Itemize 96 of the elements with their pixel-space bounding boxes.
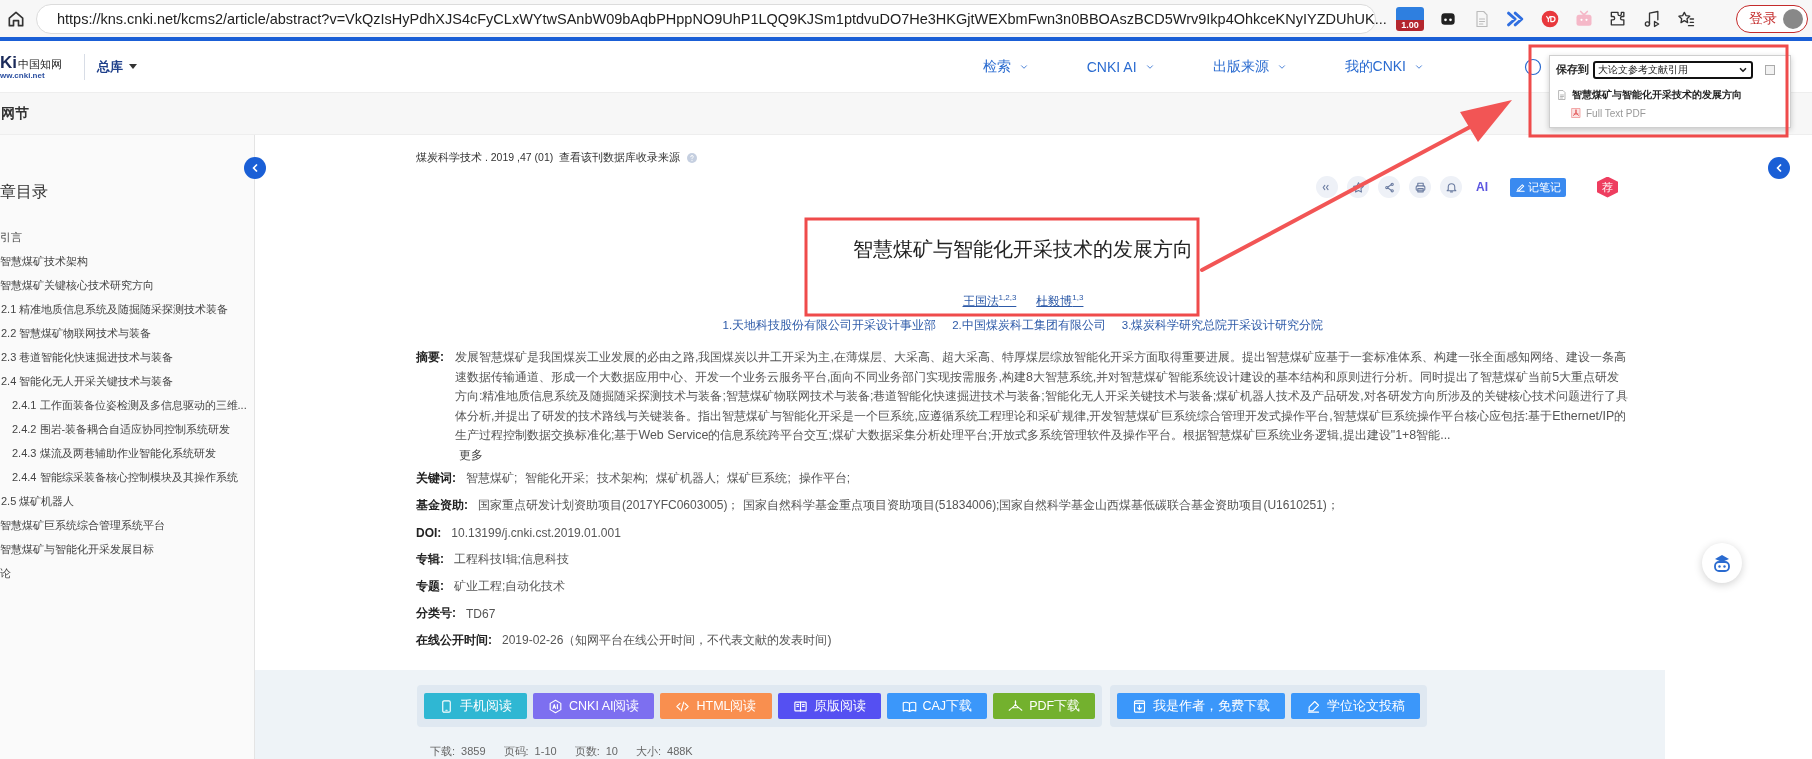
- field-value: 工程科技Ⅰ辑;信息科技: [454, 551, 569, 568]
- bell-button[interactable]: [1440, 176, 1462, 198]
- stat-value: 1-10: [534, 745, 557, 758]
- article-title: 智慧煤矿与智能化开采技术的发展方向: [852, 237, 1194, 262]
- toc-item[interactable]: 2.1 精准地质信息系统及随掘随采探测技术装备: [0, 297, 254, 321]
- keyword-link[interactable]: 智能化开采;: [525, 470, 589, 487]
- stat-label: 页码:: [503, 745, 529, 758]
- original-icon: [792, 698, 808, 714]
- toc-item[interactable]: 2.4.1 工作面装备位姿检测及多信息驱动的三维...: [0, 393, 254, 417]
- abstract-text: 发展智慧煤矿是我国煤炭工业发展的必由之路,我国煤炭以井工开采为主,在薄煤层、大采高、超大采高、特厚煤层综放智能化开采方面取得重要进展。提出智慧煤矿应基于一套标准体系、构建一张全面感知网络、建设一条高速数据传输通道、形成一个大数据应用中心、开发一个业务云服务平台,面向不同业务部门实现按需服务,构建8大智慧系统,并对智慧煤矿智能系统设计建设的基本结构和原则进行分析。同时提出了智慧煤矿当前5大重点研发方向:精准地质信息系统及随掘随采探测技术与装备;智慧煤矿物联网技术与装备;巷道智能化快速掘进技术与装备;智能化无人开采关键技术与装备;煤矿机器人技术及产品研发,对各研发方向所涉及的关键核心技术问题进行了具体分析,并提出了研发的技术路线与关键装备。指出智慧煤矿与智能化开采是一个巨系统,应遵循系统工程理论和采矿规律,开发智慧煤矿巨系统综合管理开发式操作平台,智慧煤矿巨系统操作平台核心应包括:基于Ethernet/IP的生产过程控制数据交换标准化;基于Web Service的信息系统跨平台交互;煤矿大数据采集分析处理平台;开放式多系统管理软件及操作平台。根据智慧煤矿巨系统业务逻辑,提出建设"1+8智能...: [455, 349, 1628, 444]
- toc-item[interactable]: 智慧煤矿巨系统综合管理系统平台: [0, 513, 254, 537]
- circle-logo-icon[interactable]: [1540, 8, 1560, 29]
- save-to-label: 保存到: [1556, 63, 1589, 77]
- pdf-icon: [1008, 698, 1024, 714]
- keyword-link[interactable]: 操作平台;: [798, 470, 851, 487]
- stat-value: 10: [605, 745, 618, 758]
- journal-source: 煤炭科学技术 . 2019 ,47 (01): [416, 151, 554, 165]
- stat-label: 下载:: [430, 745, 456, 758]
- ai-button[interactable]: AI: [1471, 180, 1493, 194]
- star-icon: [1351, 180, 1365, 194]
- quote-button[interactable]: [1316, 176, 1338, 198]
- author-link[interactable]: 王国法$^{1,2,3}$: [962, 289, 1017, 310]
- toc-item[interactable]: 2.5 煤矿机器人: [0, 489, 254, 513]
- keyword-link[interactable]: 煤矿巨系统;: [727, 470, 791, 487]
- field-label: 基金资助:: [416, 497, 468, 514]
- affiliation-link[interactable]: 1.天地科技股份有限公司开采设计事业部: [722, 316, 937, 334]
- toc-item[interactable]: 2.2 智慧煤矿物联网技术与装备: [0, 321, 254, 345]
- folder-select[interactable]: 大论文参考文献引用: [1593, 61, 1753, 79]
- field-label: 分类号:: [416, 605, 456, 622]
- toc-item[interactable]: 智慧煤矿技术架构: [0, 249, 254, 273]
- submit-icon: [1306, 698, 1322, 714]
- avatar-icon: [1783, 8, 1803, 29]
- stat-value: 3859: [461, 745, 486, 758]
- field-label: DOI:: [416, 525, 442, 540]
- item-title[interactable]: 智慧煤矿与智能化开采技术的发展方向: [1572, 88, 1742, 102]
- more-link[interactable]: 更多: [459, 445, 1628, 465]
- field-value: 10.13199/j.cnki.cst.2019.01.001: [451, 525, 621, 540]
- affiliation-link[interactable]: 2.中国煤炭科工集团有限公司: [952, 316, 1106, 334]
- author-link[interactable]: 杜毅博$^{1,3}$: [1036, 289, 1084, 310]
- collapse-button[interactable]: [244, 157, 266, 179]
- toc-item[interactable]: 论: [0, 561, 254, 585]
- print-button[interactable]: [1409, 176, 1431, 198]
- field-value: 国家重点研发计划资助项目(2017YFC0603005)； 国家自然科学基金重点项目资助项目(51834006);国家自然科学基金山西煤基低碳联合基金资助项目(U1610251)；: [478, 497, 1339, 514]
- extension-badge[interactable]: 1.00: [1396, 6, 1424, 31]
- site-logo: Ki中国知网 ww.cnki.net: [0, 53, 63, 80]
- field-label: 关键词:: [416, 470, 456, 487]
- toc-item[interactable]: 2.4 智能化无人开采关键技术与装备: [0, 369, 254, 393]
- keyword-link[interactable]: 技术架构;: [596, 470, 649, 487]
- field-value: TD67: [466, 606, 496, 621]
- pencil-icon: [1515, 181, 1526, 193]
- music-icon[interactable]: [1642, 8, 1662, 29]
- recommend-badge[interactable]: 荐: [1597, 176, 1618, 198]
- print-icon: [1413, 180, 1427, 194]
- collapse-button[interactable]: [1768, 157, 1790, 179]
- share-icon: [1382, 180, 1396, 194]
- nav-menu[interactable]: 我的CNKI: [1344, 57, 1424, 76]
- action-button[interactable]: 原版阅读: [777, 693, 881, 719]
- field-label: 专题:: [416, 578, 444, 595]
- assistant-button[interactable]: [1702, 543, 1742, 583]
- toc-item[interactable]: 2.4.4 智能综采装备核心控制模块及其操作系统: [0, 465, 254, 489]
- field-value: 2019-02-26（知网平台在线公开时间，不代表文献的发表时间): [502, 632, 832, 649]
- stat-label: 大小:: [635, 745, 661, 758]
- field-label: 专辑:: [416, 551, 444, 568]
- action-button[interactable]: CNKI AI阅读: [533, 693, 655, 719]
- pdf-icon: [1570, 107, 1582, 119]
- toc-item[interactable]: 2.4.3 煤流及两巷辅助作业智能化系统研发: [0, 441, 254, 465]
- stat-value: 488K: [667, 745, 693, 758]
- author-icon: [1132, 698, 1148, 714]
- nav-menu[interactable]: 检索: [982, 57, 1029, 76]
- toc-title: 章目录: [0, 182, 49, 202]
- toc-item[interactable]: 智慧煤矿关键核心技术研究方向: [0, 273, 254, 297]
- toc-item[interactable]: 智慧煤矿与智能化开采发展目标: [0, 537, 254, 561]
- bell-icon: [1444, 180, 1458, 194]
- nav-menu[interactable]: 出版来源: [1212, 57, 1287, 76]
- source-link[interactable]: 查看该刊数据库收录来源: [559, 151, 681, 165]
- field-label: 在线公开时间:: [416, 632, 492, 649]
- share-button[interactable]: [1378, 176, 1400, 198]
- toc-item[interactable]: 引言: [0, 225, 254, 249]
- nav-menu[interactable]: CNKI AI: [1086, 57, 1155, 76]
- keyword-link[interactable]: 煤矿机器人;: [656, 470, 720, 487]
- ai-icon: [548, 698, 563, 714]
- database-selector[interactable]: 总库: [97, 57, 137, 76]
- toc-item[interactable]: 2.3 巷道智能化快速掘进技术与装备: [0, 345, 254, 369]
- abstract-label: 摘要:: [416, 349, 445, 366]
- mobile-icon: [439, 698, 454, 714]
- document-icon: [1556, 89, 1568, 101]
- page-title: 网节: [1, 104, 29, 123]
- affiliation-link[interactable]: 3.煤炭科学研究总院开采设计研究分院: [1121, 316, 1324, 334]
- url-text: https://kns.cnki.net/kcms2/article/abstract?v=VkQzIsHyPdhXJS4cFyCLxWYtwSAnbW09bAqbPHppNO9UhP1LQQ9KJSm1ptdvuDO7He3HKGjtWEXbmFwn3n0BBOAszBCD5Wrv9Ikp4OhkceKNyIYZDUhUK...: [57, 10, 1387, 27]
- login-button[interactable]: 登录: [1736, 4, 1808, 33]
- keyword-link[interactable]: 智慧煤矿;: [466, 470, 518, 487]
- circle-icon[interactable]: [1524, 57, 1542, 76]
- stat-label: 页数:: [574, 745, 600, 758]
- toc-item[interactable]: 2.4.2 围岩-装备耦合自适应协同控制系统研发: [0, 417, 254, 441]
- field-value: 矿业工程;自动化技术: [454, 578, 566, 595]
- chevron-icon: [1738, 65, 1748, 75]
